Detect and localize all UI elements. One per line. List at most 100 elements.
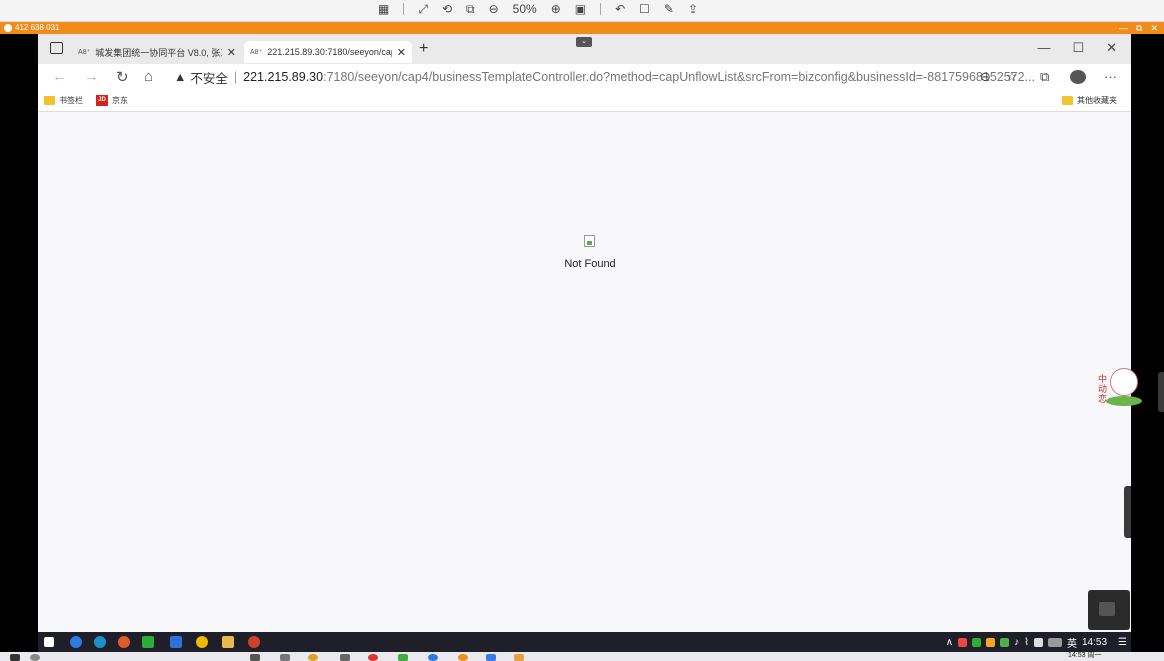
broken-image-icon: [584, 235, 595, 247]
folder-icon: [1062, 96, 1073, 105]
tray-app-icon[interactable]: [958, 637, 968, 647]
zoom-icon[interactable]: ⊖: [980, 69, 991, 85]
folder-icon: [44, 96, 55, 105]
local-app-icon[interactable]: [398, 654, 408, 661]
new-tab-button[interactable]: +: [419, 40, 428, 58]
collections-icon[interactable]: ⧉: [1040, 69, 1049, 85]
maximize-button[interactable]: ☐: [1072, 40, 1084, 56]
share-icon[interactable]: ⇪: [688, 2, 698, 16]
jd-icon: JD: [96, 95, 108, 106]
zoom-level: 50%: [512, 2, 537, 16]
bookmark-folder-bar[interactable]: 书签栏: [44, 95, 83, 106]
profile-avatar[interactable]: [1070, 70, 1086, 84]
bookmark-jd[interactable]: JD 京东: [96, 95, 128, 106]
browser-toolbar: ← → ↻ ⌂ ▲ 不安全 | 221.215.89.30:7180/seeyo…: [38, 64, 1131, 90]
zoom-in-icon[interactable]: ⊕: [551, 2, 561, 16]
keyboard-icon[interactable]: [1048, 637, 1062, 647]
address-bar[interactable]: ▲ 不安全 | 221.215.89.30:7180/seeyon/cap4/b…: [174, 66, 1034, 88]
remote-session-bar: 412 638 031 — ⧉ ✕: [0, 22, 1164, 34]
system-tray: ∧ ♪ ⌇ 英 14:53 ☰: [946, 632, 1127, 652]
windows-start-icon[interactable]: [44, 637, 54, 647]
clock[interactable]: 14:53: [1082, 637, 1107, 648]
tab-title: 221.215.89.30:7180/seeyon/cap4: [267, 47, 392, 57]
insecure-label[interactable]: 不安全: [190, 68, 228, 87]
file-explorer-icon[interactable]: [222, 636, 234, 648]
remote-logo-icon: [4, 24, 12, 32]
close-button[interactable]: ✕: [1150, 22, 1158, 34]
browser-window: A8⁺ 城发集团统一协同平台 V8.0, 张三 ✕ A8⁺ 221.215.89…: [38, 34, 1131, 632]
save-icon[interactable]: ☐: [639, 2, 650, 16]
ime-indicator[interactable]: 英: [1067, 635, 1077, 650]
tab-collab-platform[interactable]: A8⁺ 城发集团统一协同平台 V8.0, 张三 ✕: [72, 41, 242, 63]
close-tab-icon[interactable]: ✕: [397, 46, 406, 59]
rotate-icon[interactable]: ⟲: [442, 2, 452, 16]
local-taskbar: 14:53 周一: [0, 652, 1164, 661]
floating-mascot-widget[interactable]: 中动恋: [1098, 358, 1144, 410]
local-app-icon[interactable]: [280, 654, 290, 661]
edge-icon[interactable]: [94, 636, 106, 648]
search-icon[interactable]: [70, 636, 82, 648]
app-icon[interactable]: [196, 636, 208, 648]
fullscreen-icon[interactable]: ▣: [575, 2, 586, 16]
home-icon[interactable]: ⌂: [144, 68, 153, 85]
side-panel-handle[interactable]: [1158, 372, 1164, 412]
notification-icon[interactable]: ☰: [1118, 637, 1127, 648]
local-app-icon[interactable]: [514, 654, 524, 661]
tray-app-icon[interactable]: [986, 637, 996, 647]
tray-expand-icon[interactable]: ∧: [946, 637, 953, 648]
browser-window-controls: — ☐ ✕: [1037, 40, 1117, 56]
a8-favicon-icon: A8⁺: [78, 49, 91, 56]
local-app-icon[interactable]: [458, 654, 468, 661]
forward-icon[interactable]: →: [84, 68, 99, 85]
local-app-icon[interactable]: [428, 654, 438, 661]
app-icon[interactable]: [170, 636, 182, 648]
refresh-icon[interactable]: ↻: [116, 68, 129, 86]
wechat-icon[interactable]: [142, 636, 154, 648]
fit-icon[interactable]: ⤢: [418, 2, 428, 17]
viewer-tools: ▦ ⤢ ⟲ ⧉ ⊖ 50% ⊕ ▣ ↶ ☐ ✎ ⇪: [378, 0, 698, 18]
edit-icon[interactable]: ✎: [664, 2, 674, 16]
local-clock[interactable]: 14:53 周一: [1068, 652, 1101, 660]
floating-corner-widget[interactable]: [1088, 590, 1130, 630]
favorite-star-icon[interactable]: ☆: [1006, 69, 1018, 85]
close-button[interactable]: ✕: [1106, 40, 1117, 56]
not-found-message: Not Found: [564, 258, 616, 270]
more-menu-icon[interactable]: ···: [1104, 69, 1117, 84]
session-id: 412 638 031: [4, 22, 60, 34]
grid-icon[interactable]: ▦: [378, 2, 389, 16]
side-panel-handle[interactable]: [1124, 486, 1131, 538]
back-icon[interactable]: ←: [52, 68, 67, 85]
crop-icon[interactable]: ⧉: [466, 2, 475, 17]
tab-cap4[interactable]: A8⁺ 221.215.89.30:7180/seeyon/cap4 ✕: [244, 41, 412, 63]
bookmark-other-favorites[interactable]: 其他收藏夹: [1062, 95, 1117, 106]
restore-button[interactable]: ⧉: [1136, 22, 1142, 34]
minimize-button[interactable]: —: [1037, 40, 1050, 56]
local-start-icon[interactable]: [10, 654, 20, 661]
local-app-icon[interactable]: [486, 654, 496, 661]
close-tab-icon[interactable]: ✕: [227, 46, 236, 59]
battery-icon[interactable]: [1034, 637, 1043, 647]
local-app-icon[interactable]: [308, 654, 318, 661]
chrome-icon[interactable]: [118, 636, 130, 648]
tab-strip: A8⁺ 城发集团统一协同平台 V8.0, 张三 ✕ A8⁺ 221.215.89…: [38, 34, 1131, 64]
zoom-out-icon[interactable]: ⊖: [489, 2, 499, 16]
local-search-icon[interactable]: [30, 654, 40, 661]
widget-icon: [1099, 602, 1115, 616]
app-icon[interactable]: [248, 636, 260, 648]
network-icon[interactable]: ⌇: [1024, 637, 1029, 648]
local-app-icon[interactable]: [340, 654, 350, 661]
local-app-icon[interactable]: [250, 654, 260, 661]
bookmark-label: 其他收藏夹: [1077, 96, 1117, 105]
tab-search-icon[interactable]: ⌄: [576, 37, 592, 47]
tab-title: 城发集团统一协同平台 V8.0, 张三: [95, 47, 222, 58]
minimize-button[interactable]: —: [1119, 22, 1128, 34]
undo-icon[interactable]: ↶: [615, 2, 625, 16]
tray-app-icon[interactable]: [1000, 637, 1010, 647]
local-app-icon[interactable]: [368, 654, 378, 661]
tray-wechat-icon[interactable]: [972, 637, 982, 647]
mascot-face-icon: [1110, 368, 1138, 396]
volume-icon[interactable]: ♪: [1014, 637, 1019, 648]
divider: [600, 3, 602, 15]
tab-actions-icon[interactable]: [50, 42, 63, 54]
session-id-text: 412 638 031: [15, 23, 60, 32]
